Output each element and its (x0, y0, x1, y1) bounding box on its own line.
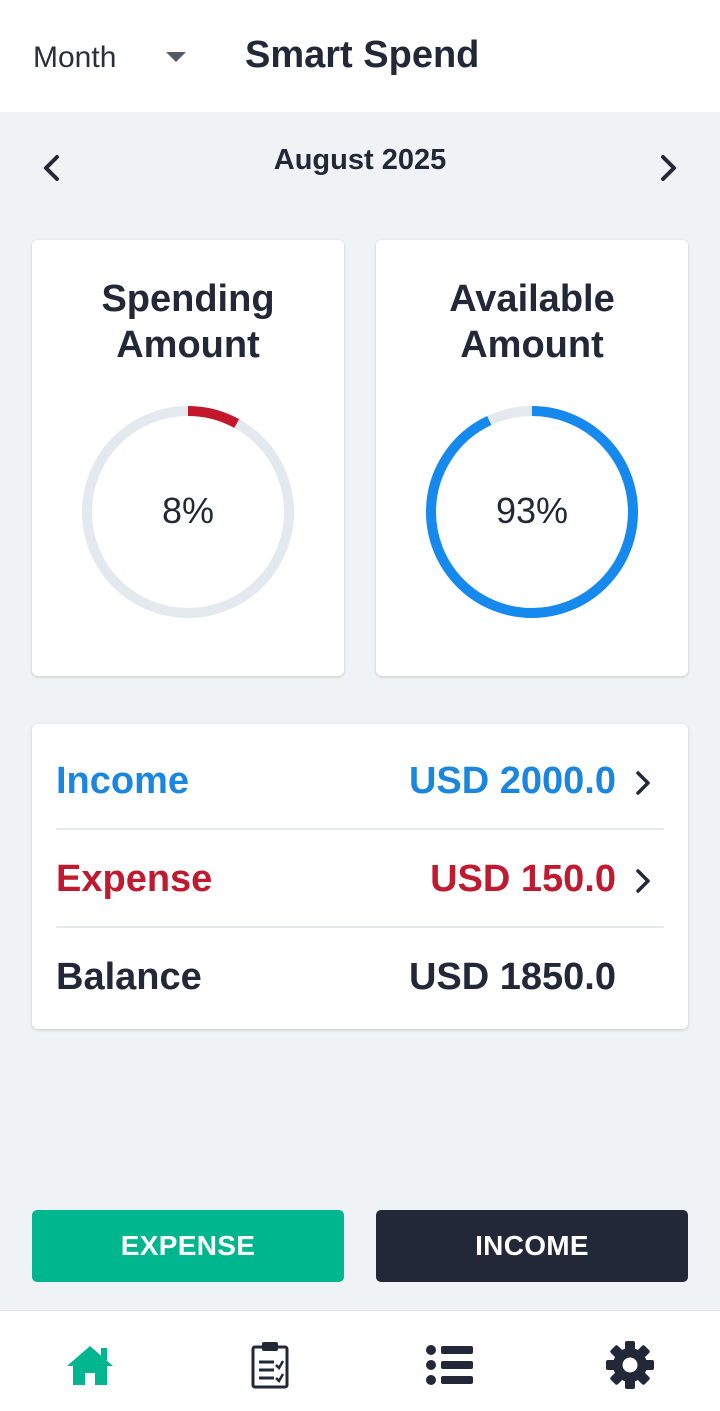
tab-reports[interactable] (242, 1337, 298, 1393)
available-percent: 93% (495, 490, 569, 531)
income-label: Income (56, 759, 190, 802)
expense-row[interactable]: Expense USD 150.0 (56, 830, 664, 928)
available-amount-card: Available Amount 93% (376, 240, 688, 676)
expense-label: Expense (56, 857, 213, 900)
month-navigator: August 2025 (0, 112, 720, 212)
home-icon (67, 1346, 113, 1385)
next-month-button[interactable] (646, 146, 690, 190)
bottom-navigation (0, 1310, 720, 1411)
spending-title-line1: Spending (101, 278, 275, 320)
available-title-line2: Amount (460, 324, 604, 366)
clipboard-icon (251, 1342, 289, 1389)
app-header: Month Smart Spend (0, 0, 720, 112)
tab-list[interactable] (422, 1337, 478, 1393)
period-dropdown-label: Month (33, 41, 117, 74)
chevron-right-icon (661, 155, 676, 181)
expense-value: USD 150.0 (430, 857, 616, 900)
chevron-right-icon (636, 869, 650, 893)
balance-value: USD 1850.0 (408, 955, 616, 998)
income-row[interactable]: Income USD 2000.0 (56, 732, 664, 830)
gear-icon (606, 1341, 654, 1389)
income-value: USD 2000.0 (408, 759, 616, 802)
current-month-label: August 2025 (273, 144, 447, 176)
spending-title-line2: Amount (116, 324, 260, 366)
add-income-button[interactable]: INCOME (376, 1210, 688, 1282)
caret-down-icon (166, 52, 186, 62)
period-dropdown[interactable]: Month (33, 36, 193, 80)
add-expense-button[interactable]: EXPENSE (32, 1210, 344, 1282)
tab-settings[interactable] (602, 1337, 658, 1393)
balance-label: Balance (56, 955, 202, 998)
balance-row: Balance USD 1850.0 (56, 928, 664, 1026)
spending-card-title: Spending Amount (32, 276, 344, 368)
app-title: Smart Spend (245, 34, 480, 76)
summary-card: Income USD 2000.0 Expense USD 150.0 Bala… (32, 724, 688, 1029)
tab-home[interactable] (62, 1337, 118, 1393)
available-title-line1: Available (449, 278, 615, 320)
spending-amount-card: Spending Amount 8% (32, 240, 344, 676)
spending-percent: 8% (161, 490, 215, 531)
list-icon (426, 1345, 473, 1385)
available-card-title: Available Amount (376, 276, 688, 368)
chevron-right-icon (636, 771, 650, 795)
